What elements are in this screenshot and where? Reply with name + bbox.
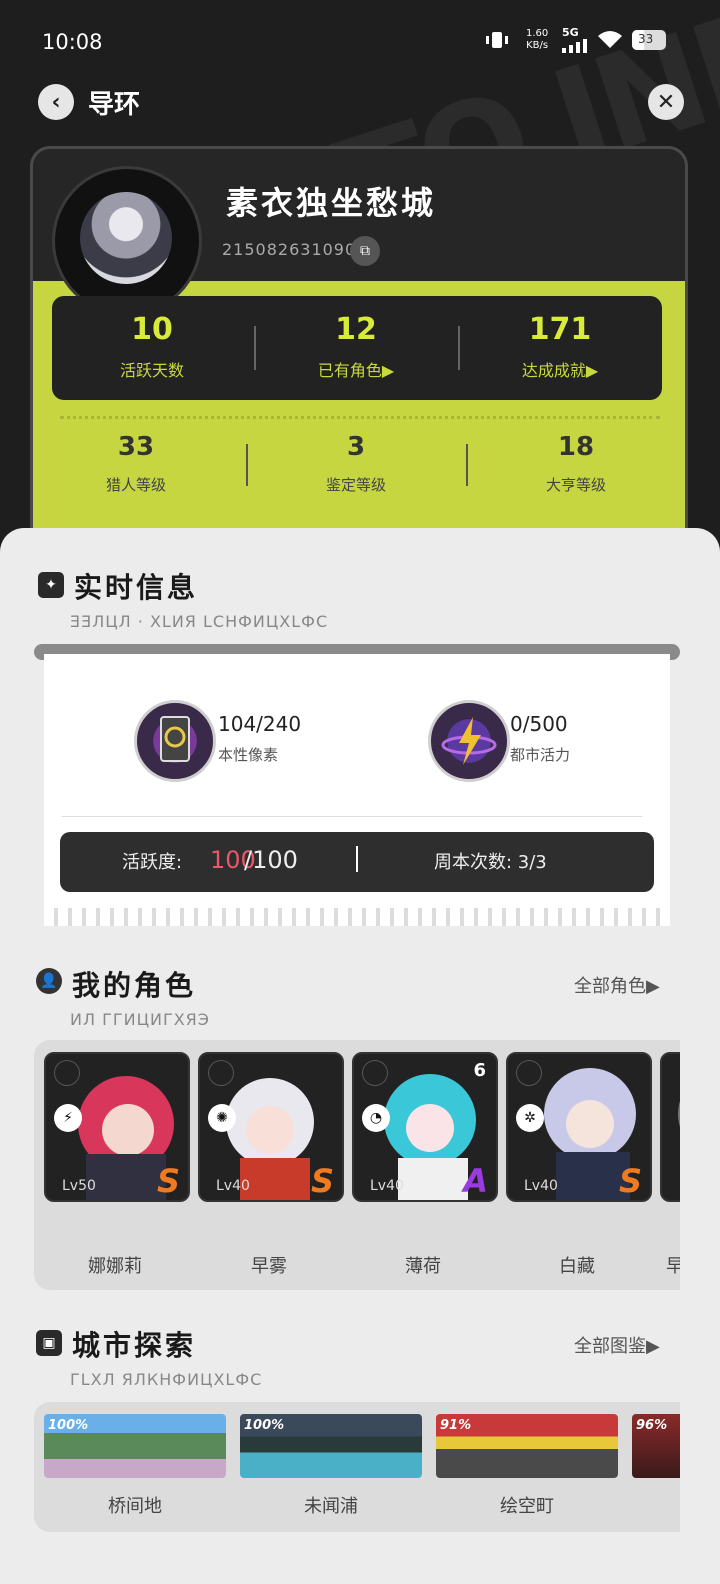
vitality-label: 都市活力 (510, 746, 571, 764)
image-icon: ▣ (36, 1330, 62, 1356)
user-circle-icon: 👤 (36, 968, 62, 994)
realtime-title: 实时信息 (74, 571, 199, 604)
character-name: 早 (666, 1256, 680, 1277)
lightning-orb-icon (428, 700, 510, 782)
wifi-icon (596, 28, 624, 54)
city-card[interactable]: 100% (240, 1414, 422, 1478)
stat-active-days: 10 活跃天数 (119, 312, 184, 380)
all-gallery-link[interactable]: 全部图鉴▶ (574, 1332, 660, 1358)
divider (246, 444, 248, 486)
divider (466, 444, 468, 486)
character-card[interactable]: ◔ 6 Lv40 A (352, 1052, 498, 1202)
specialty-icon: ◔ (362, 1104, 390, 1132)
element-icon (362, 1060, 388, 1086)
character-card[interactable]: ✲ Lv40 S (506, 1052, 652, 1202)
city-title: 城市探索 (72, 1329, 197, 1362)
element-icon (516, 1060, 542, 1086)
status-time: 10:08 (42, 30, 103, 54)
weekly-count: 周本次数: 3/3 (434, 852, 547, 873)
character-rank: S (618, 1162, 642, 1200)
character-level: Lv40 (370, 1178, 404, 1194)
pixel-card-icon (134, 700, 216, 782)
character-rank: A (463, 1162, 488, 1200)
city-card[interactable]: 91% (436, 1414, 618, 1478)
character-count: 6 (473, 1060, 486, 1081)
city-name: 绘空町 (500, 1496, 554, 1517)
city-progress: 91% (440, 1418, 472, 1433)
character-list: ⚡ Lv50 S 娜娜莉 ✺ Lv40 S 早雾 ◔ 6 Lv40 A 薄荷 ✲… (34, 1040, 680, 1290)
divider (62, 816, 642, 817)
character-rank: S (156, 1162, 180, 1200)
characters-subtitle: ИЛ ГГИЦИГХЯЭ (70, 1010, 210, 1029)
net-speed: 1.60 KB/s (526, 28, 549, 51)
all-characters-link[interactable]: 全部角色▶ (574, 972, 660, 998)
avatar[interactable] (80, 192, 172, 284)
specialty-icon: ✺ (208, 1104, 236, 1132)
character-name: 早雾 (251, 1256, 287, 1277)
receipt-edge (44, 908, 670, 926)
back-button[interactable]: ‹ (38, 84, 74, 120)
page-title: 导环 (88, 90, 141, 120)
element-icon (54, 1060, 80, 1086)
specialty-icon: ✲ (516, 1104, 544, 1132)
characters-title: 我的角色 (72, 969, 197, 1002)
stat-hunter-level: 33 猎人等级 (105, 432, 166, 494)
activity-label: 活跃度: (122, 852, 183, 873)
specialty-icon: ⚡ (54, 1104, 82, 1132)
stat-tycoon-level: 18 大亨等级 (545, 432, 606, 494)
character-name: 白藏 (559, 1256, 595, 1277)
battery-icon: 33 (632, 30, 666, 50)
close-button[interactable]: ✕ (648, 84, 684, 120)
character-level: Lv40 (524, 1178, 558, 1194)
stat-owned-characters[interactable]: 12 已有角色▶ (256, 312, 456, 381)
city-name: 桥间地 (108, 1496, 162, 1517)
activity-max: /100 (244, 846, 298, 874)
pixel-label: 本性像素 (218, 746, 279, 764)
city-subtitle: ГLХЛ ЯЛКНФИЦХLФC (70, 1370, 263, 1389)
character-rank: S (310, 1162, 334, 1200)
vitality-value: 0/500 (510, 712, 568, 736)
element-icon (208, 1060, 234, 1086)
vibrate-icon (484, 30, 510, 54)
character-name: 薄荷 (405, 1256, 441, 1277)
city-card[interactable]: 100% (44, 1414, 226, 1478)
city-progress: 100% (244, 1418, 285, 1433)
city-list: 100% 桥间地 100% 未闻浦 91% 绘空町 96% (34, 1402, 680, 1532)
primary-stats: 10 活跃天数 12 已有角色▶ 171 达成成就▶ (52, 296, 662, 400)
copy-uid-button[interactable]: ⧉ (350, 236, 380, 266)
city-progress: 96% (636, 1418, 668, 1433)
chevron-left-icon: ‹ (51, 89, 61, 115)
stat-achievements[interactable]: 171 达成成就▶ (460, 312, 660, 381)
character-card[interactable] (660, 1052, 680, 1202)
character-card[interactable]: ✺ Lv40 S (198, 1052, 344, 1202)
city-card[interactable]: 96% (632, 1414, 680, 1478)
dotted-divider (60, 416, 660, 419)
character-card[interactable]: ⚡ Lv50 S (44, 1052, 190, 1202)
realtime-subtitle: ƎƎЛЦЛ · ХLИЯ LCНФИЦХLФC (70, 612, 329, 631)
character-level: Lv50 (62, 1178, 96, 1194)
pixel-value: 104/240 (218, 712, 302, 736)
city-progress: 100% (48, 1418, 89, 1433)
city-name: 未闻浦 (304, 1496, 358, 1517)
character-name: 娜娜莉 (88, 1256, 142, 1277)
copy-icon: ⧉ (360, 243, 370, 259)
divider (356, 846, 358, 872)
sparkle-icon: ✦ (38, 572, 64, 598)
profile-name: 素衣独坐愁城 (226, 184, 437, 222)
character-level: Lv40 (216, 1178, 250, 1194)
stat-appraisal-level: 3 鉴定等级 (325, 432, 386, 494)
signal-5g: 5G (562, 26, 590, 57)
close-icon: ✕ (656, 89, 676, 115)
profile-uid: 215082631090 (222, 240, 357, 259)
